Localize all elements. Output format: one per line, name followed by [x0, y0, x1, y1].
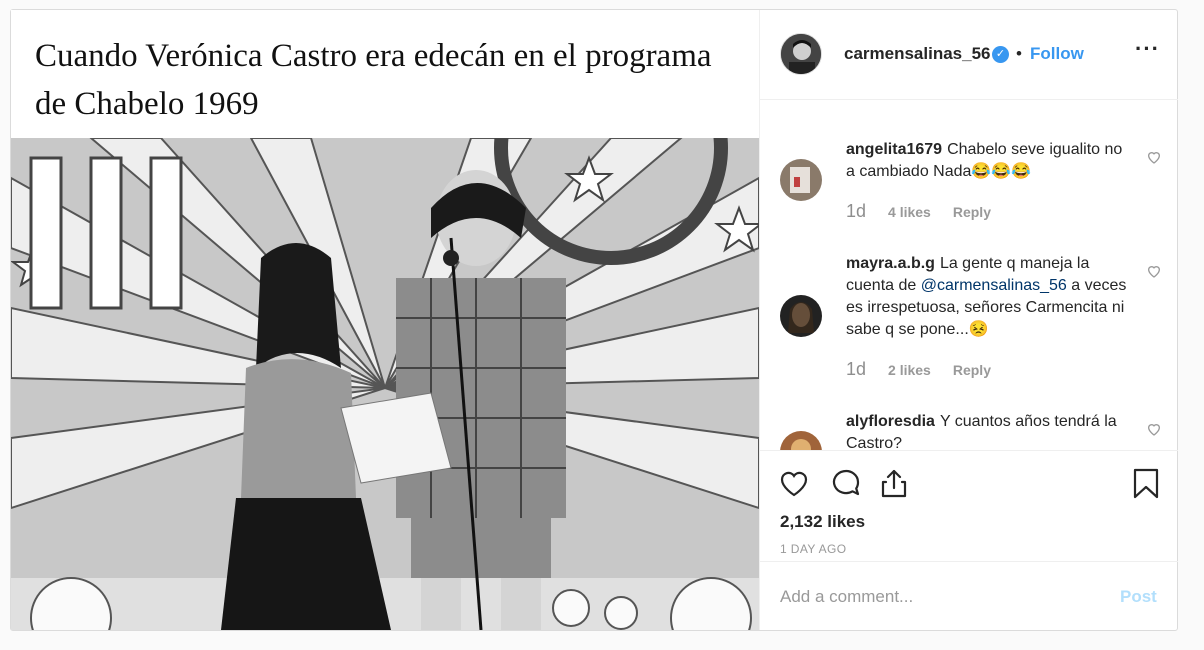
post-header: carmensalinas_56 ✓ • Follow ··· [760, 10, 1178, 100]
likes-count[interactable]: 2,132 likes [780, 512, 865, 532]
header-separator: • [1016, 44, 1022, 63]
comment-meta: 1d 2 likes Reply [846, 359, 991, 380]
comment-username[interactable]: angelita1679 [846, 141, 942, 158]
follow-button[interactable]: Follow [1030, 44, 1084, 64]
comment-avatar[interactable] [780, 431, 822, 451]
post-dialog: Cuando Verónica Castro era edecán en el … [10, 9, 1178, 631]
verified-badge-icon: ✓ [992, 46, 1009, 63]
post-image: Cuando Verónica Castro era edecán en el … [11, 10, 759, 630]
stage-photo-illustration [11, 138, 759, 630]
comment-username[interactable]: alyfloresdia [846, 413, 935, 430]
comment-text: angelita1679 Chabelo seve igualito no a c… [846, 139, 1128, 183]
post-sidebar: carmensalinas_56 ✓ • Follow ··· angelita… [759, 10, 1178, 630]
comment-like-heart-icon[interactable] [1146, 421, 1162, 437]
more-options-icon[interactable]: ··· [1135, 36, 1160, 62]
comment-time: 1d [846, 359, 867, 379]
add-comment-section: Post [760, 561, 1178, 630]
reply-button[interactable]: Reply [953, 362, 991, 378]
image-caption-text: Cuando Verónica Castro era edecán en el … [35, 38, 712, 122]
author-username[interactable]: carmensalinas_56 [844, 44, 991, 64]
comment-text: alyfloresdia Y cuantos años tendrá la Cas… [846, 411, 1128, 451]
comment-username[interactable]: mayra.a.b.g [846, 255, 935, 272]
comment-text: mayra.a.b.g La gente q maneja la cuenta d… [846, 253, 1128, 341]
save-bookmark-icon[interactable] [1130, 467, 1162, 499]
reply-button[interactable]: Reply [953, 204, 991, 220]
post-comment-button[interactable]: Post [1120, 587, 1157, 607]
comment-bubble-icon[interactable] [830, 467, 862, 499]
post-actions: 2,132 likes 1 DAY AGO [760, 450, 1178, 560]
comment-avatar[interactable] [780, 159, 822, 201]
comment-input[interactable] [780, 584, 1100, 610]
comments-list[interactable]: angelita1679 Chabelo seve igualito no a c… [760, 101, 1178, 451]
like-heart-icon[interactable] [778, 467, 810, 499]
comment-time: 1d [846, 201, 867, 221]
comment-like-heart-icon[interactable] [1146, 263, 1162, 279]
comment-avatar[interactable] [780, 295, 822, 337]
comment-mention-link[interactable]: @carmensalinas_56 [921, 277, 1067, 294]
author-avatar[interactable] [780, 33, 822, 75]
comment-likes[interactable]: 2 likes [888, 362, 931, 378]
post-date: 1 DAY AGO [780, 542, 847, 556]
comment-like-heart-icon[interactable] [1146, 149, 1162, 165]
comment-likes[interactable]: 4 likes [888, 204, 931, 220]
share-icon[interactable] [878, 467, 910, 499]
comment-meta: 1d 4 likes Reply [846, 201, 991, 222]
photo-scene [11, 138, 759, 630]
